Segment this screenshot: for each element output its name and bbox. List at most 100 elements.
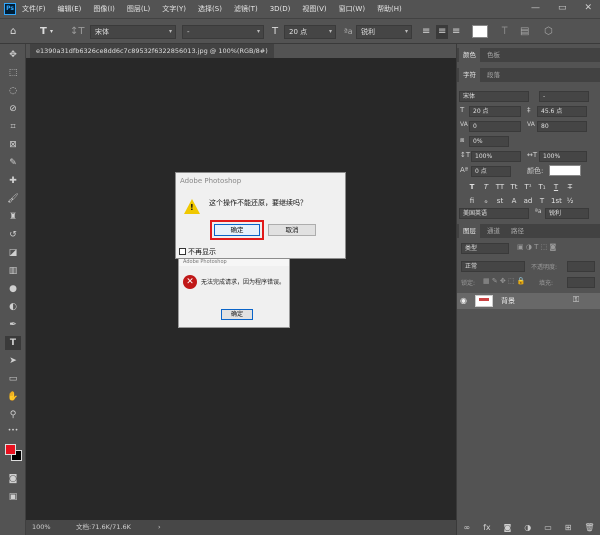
home-icon[interactable]: ⌂ <box>10 25 16 39</box>
menu-file[interactable]: 文件(F) <box>22 4 46 14</box>
mask-icon[interactable]: ◙ <box>504 523 512 532</box>
ok-button[interactable]: 确定 <box>221 309 253 320</box>
orientation-toggle-icon[interactable]: ↕T <box>70 25 85 39</box>
warp-text-icon[interactable]: Ꭲ <box>502 25 508 39</box>
menu-type[interactable]: 文字(Y) <box>162 4 186 14</box>
layer-filter-select[interactable]: 类型 <box>461 243 509 254</box>
strikethrough-button[interactable]: T̶ <box>565 182 575 192</box>
stylistic-alternates-button[interactable]: ad <box>523 196 533 206</box>
tab-channels[interactable]: 通道 <box>483 224 504 238</box>
cancel-button[interactable]: 取消 <box>268 224 316 236</box>
trash-icon[interactable]: 🗑 <box>584 523 594 532</box>
char-tracking-field[interactable]: 80 <box>537 121 587 132</box>
maximize-icon[interactable]: ▭ <box>558 3 567 13</box>
character-panel-icon[interactable]: ▤ <box>520 25 529 39</box>
history-brush-tool-icon[interactable]: ↺ <box>5 228 21 242</box>
path-select-tool-icon[interactable]: ➤ <box>5 354 21 368</box>
eraser-tool-icon[interactable]: ◪ <box>5 246 21 260</box>
char-color-swatch[interactable] <box>549 165 581 176</box>
pen-tool-icon[interactable]: ✒ <box>5 318 21 332</box>
menu-select[interactable]: 选择(S) <box>198 4 222 14</box>
eyedropper-tool-icon[interactable]: ✎ <box>5 156 21 170</box>
align-center-icon[interactable]: ≡ <box>436 25 449 39</box>
text-color-swatch[interactable] <box>472 25 488 38</box>
tab-swatches[interactable]: 色板 <box>483 48 504 62</box>
close-icon[interactable]: ✕ <box>584 3 592 13</box>
layer-filter-icons[interactable]: ▣ ◑ T ⬚ ◙ <box>517 243 556 251</box>
language-select[interactable]: 美国英语 <box>459 208 529 219</box>
rectangle-tool-icon[interactable]: ▭ <box>5 372 21 386</box>
char-baseline-shift-field[interactable]: 0 点 <box>471 166 511 177</box>
fill-field[interactable] <box>567 277 595 288</box>
titling-button[interactable]: T <box>537 196 547 206</box>
font-style-select[interactable]: - ▾ <box>182 25 264 39</box>
dodge-tool-icon[interactable]: ◐ <box>5 300 21 314</box>
lock-icons[interactable]: ▦ ✎ ✥ ⬚ 🔒 <box>483 277 526 285</box>
char-font-style-select[interactable]: - <box>539 91 589 102</box>
tab-paths[interactable]: 路径 <box>507 224 528 238</box>
crop-tool-icon[interactable]: ⌗ <box>5 120 21 134</box>
font-size-select[interactable]: 20 点 ▾ <box>284 25 336 39</box>
all-caps-button[interactable]: TT <box>495 182 505 192</box>
link-icon[interactable]: ∞ <box>463 523 470 532</box>
more-tools-icon[interactable]: ••• <box>5 424 21 438</box>
new-layer-icon[interactable]: ⊞ <box>565 523 572 532</box>
font-family-select[interactable]: 宋体 ▾ <box>90 25 176 39</box>
tab-character[interactable]: 字符 <box>459 68 480 82</box>
char-font-family-select[interactable]: 宋体 <box>459 91 529 102</box>
zoom-level[interactable]: 100% <box>32 520 51 535</box>
foreground-color-swatch[interactable] <box>5 444 16 455</box>
group-icon[interactable]: ▭ <box>544 523 552 532</box>
ligatures-button[interactable]: fi <box>467 196 477 206</box>
small-caps-button[interactable]: Tt <box>509 182 519 192</box>
menu-view[interactable]: 视图(V) <box>302 4 326 14</box>
quick-select-tool-icon[interactable]: ⊘ <box>5 102 21 116</box>
superscript-button[interactable]: T¹ <box>523 182 533 192</box>
menu-layer[interactable]: 图层(L) <box>127 4 150 14</box>
hand-tool-icon[interactable]: ✋ <box>5 390 21 404</box>
menu-help[interactable]: 帮助(H) <box>377 4 402 14</box>
brush-tool-icon[interactable]: 🖌 <box>5 192 21 206</box>
tab-color[interactable]: 颜色 <box>459 48 480 62</box>
menu-3d[interactable]: 3D(D) <box>270 5 291 13</box>
dont-show-checkbox[interactable] <box>179 248 186 255</box>
char-leading-field[interactable]: 45.6 点 <box>537 106 587 117</box>
quick-mask-icon[interactable]: ◙ <box>5 472 21 486</box>
char-kerning-field[interactable]: 0 <box>469 121 521 132</box>
text-tool-preset-icon[interactable]: T <box>40 25 47 39</box>
char-horizontal-scale-field[interactable]: 100% <box>539 151 587 162</box>
blur-tool-icon[interactable]: ● <box>5 282 21 296</box>
char-scale-field[interactable]: 0% <box>469 136 509 147</box>
layer-row[interactable]: ◉ 背景 ⚿ <box>457 293 600 309</box>
char-size-field[interactable]: 20 点 <box>469 106 521 117</box>
adjustment-icon[interactable]: ◑ <box>524 523 531 532</box>
zoom-tool-icon[interactable]: ⚲ <box>5 408 21 422</box>
lasso-tool-icon[interactable]: ◌ <box>5 84 21 98</box>
faux-italic-button[interactable]: T <box>481 182 491 192</box>
gradient-tool-icon[interactable]: ▥ <box>5 264 21 278</box>
blend-mode-select[interactable]: 正常 <box>461 261 525 272</box>
eye-icon[interactable]: ◉ <box>460 296 467 305</box>
fractions-button[interactable]: ½ <box>565 196 575 206</box>
stamp-tool-icon[interactable]: ♜ <box>5 210 21 224</box>
marquee-tool-icon[interactable]: ⬚ <box>5 66 21 80</box>
healing-brush-tool-icon[interactable]: ✚ <box>5 174 21 188</box>
type-tool-icon[interactable]: T <box>5 336 21 350</box>
menu-filter[interactable]: 滤镜(T) <box>234 4 258 14</box>
menu-image[interactable]: 图像(I) <box>93 4 115 14</box>
menu-edit[interactable]: 编辑(E) <box>58 4 82 14</box>
align-left-icon[interactable]: ≡ <box>422 25 430 39</box>
document-tab[interactable]: e1390a31dfb6326ce8dd6c7c89532f6322856013… <box>30 44 274 58</box>
chevron-right-icon[interactable]: › <box>158 520 161 535</box>
tab-layers[interactable]: 图层 <box>459 224 480 238</box>
underline-button[interactable]: T <box>551 182 561 192</box>
chevron-down-icon[interactable]: ▾ <box>50 25 53 39</box>
swash-button[interactable]: A <box>509 196 519 206</box>
move-tool-icon[interactable]: ✥ <box>5 48 21 62</box>
char-vertical-scale-field[interactable]: 100% <box>471 151 521 162</box>
ok-button[interactable]: 确定 <box>214 224 260 236</box>
tab-paragraph[interactable]: 段落 <box>483 68 504 82</box>
layer-name[interactable]: 背景 <box>501 296 515 306</box>
opacity-field[interactable] <box>567 261 595 272</box>
screen-mode-icon[interactable]: ▣ <box>5 490 21 504</box>
